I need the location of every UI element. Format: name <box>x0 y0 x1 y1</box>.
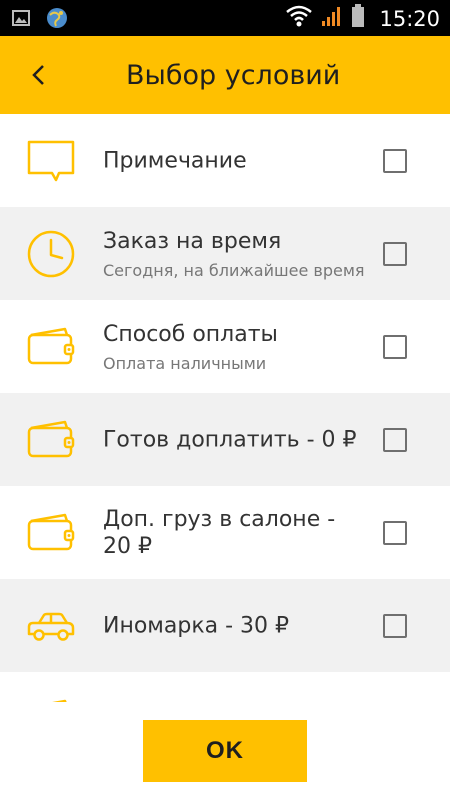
option-checkbox[interactable] <box>383 520 407 545</box>
option-order-time[interactable]: Заказ на время Сегодня, на ближайшее вре… <box>0 207 450 300</box>
clock-icon <box>27 230 75 277</box>
wallet-icon <box>49 699 67 702</box>
option-label: Заказ на время <box>103 228 282 254</box>
option-extra-cargo[interactable]: Доп. груз в салоне - 20 ₽ <box>0 486 450 579</box>
signal-icon <box>321 5 343 32</box>
status-time: 15:20 <box>379 6 440 31</box>
option-foreign-car[interactable]: Иномарка - 30 ₽ <box>0 579 450 672</box>
option-note[interactable]: Примечание <box>0 114 450 207</box>
wallet-icon <box>27 513 75 550</box>
option-checkbox[interactable] <box>383 148 407 173</box>
option-checkbox[interactable] <box>383 334 407 359</box>
option-partial[interactable] <box>0 672 450 702</box>
option-extra-pay[interactable]: Готов доплатить - 0 ₽ <box>0 393 450 486</box>
option-label: Иномарка - 30 ₽ <box>103 613 290 638</box>
option-sublabel: Сегодня, на ближайшее время <box>103 260 365 280</box>
car-icon <box>27 612 75 641</box>
app-bar: Выбор условий <box>0 36 450 114</box>
back-button[interactable] <box>28 60 52 90</box>
option-sublabel: Оплата наличными <box>103 353 267 373</box>
option-label: Примечание <box>103 148 247 173</box>
wallet-icon <box>27 327 75 364</box>
options-list[interactable]: Примечание Заказ на время Сегодня, на бл… <box>0 114 450 702</box>
option-checkbox[interactable] <box>383 613 407 638</box>
option-checkbox[interactable] <box>383 241 407 266</box>
chevron-left-icon <box>32 65 44 85</box>
comment-icon <box>27 140 75 181</box>
page-title: Выбор условий <box>126 60 341 91</box>
option-payment-method[interactable]: Способ оплаты Оплата наличными <box>0 300 450 393</box>
ok-button[interactable]: OK <box>143 720 307 782</box>
status-bar: 15:20 <box>0 0 450 36</box>
image-icon <box>12 10 30 31</box>
globe-icon <box>46 7 68 34</box>
bottom-bar: OK <box>0 702 450 800</box>
wifi-icon <box>285 5 313 32</box>
option-checkbox[interactable] <box>383 427 407 452</box>
option-label: Готов доплатить - 0 ₽ <box>103 427 357 452</box>
battery-icon <box>351 4 365 33</box>
option-label: Доп. груз в салоне - 20 ₽ <box>103 506 336 559</box>
wallet-icon <box>27 420 75 457</box>
option-label: Способ оплаты <box>103 321 278 347</box>
